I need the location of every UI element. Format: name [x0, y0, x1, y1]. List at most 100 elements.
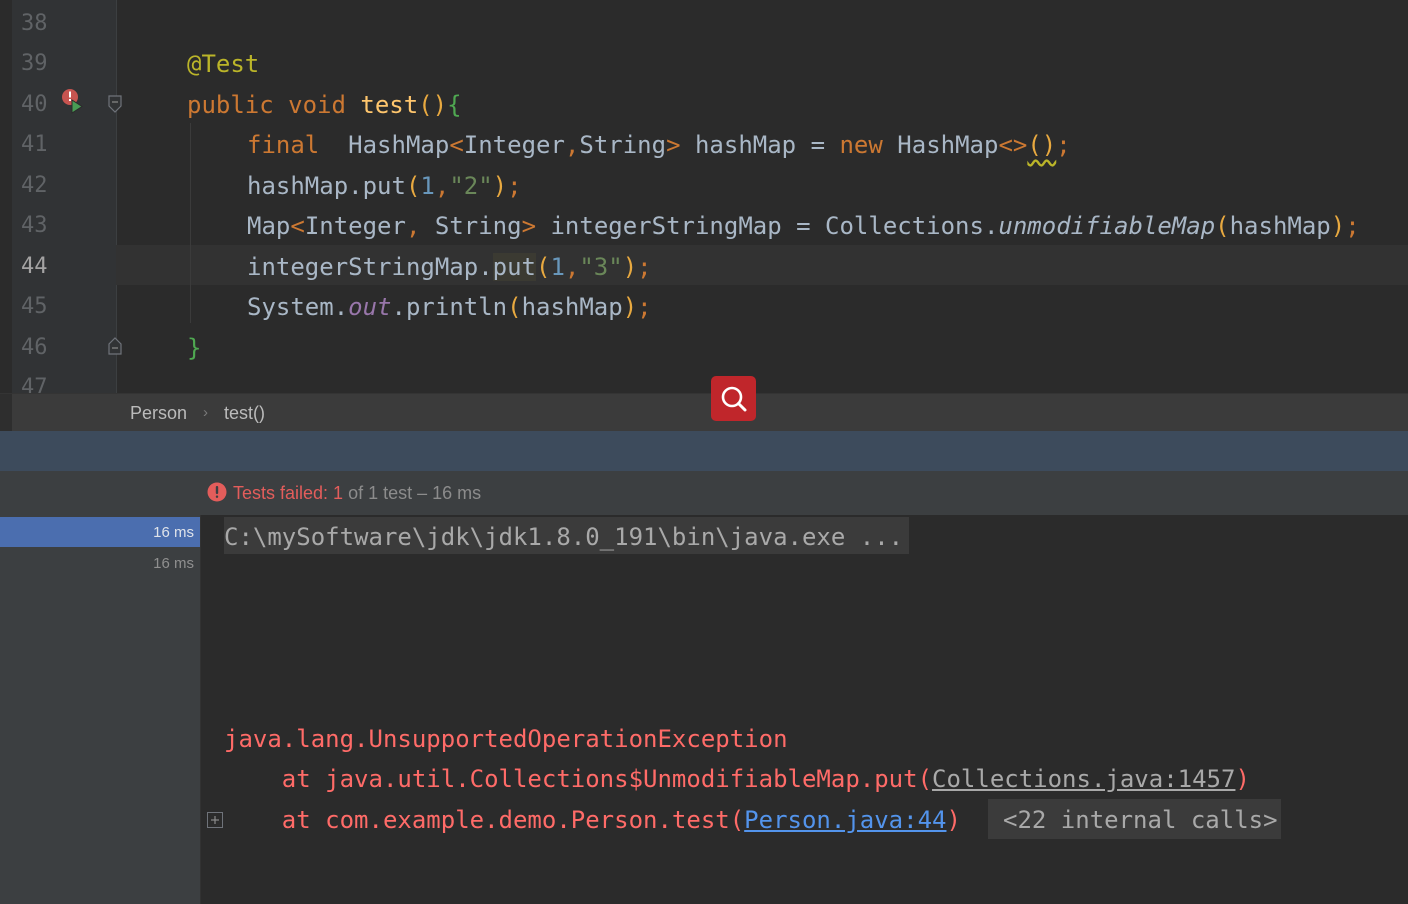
stack-frame-link[interactable]: Collections.java:1457 [932, 765, 1235, 793]
indent-guide [190, 123, 191, 323]
exception-name: java.lang.UnsupportedOperationException [224, 725, 788, 753]
paren: ( [405, 172, 421, 200]
paren: ) [622, 293, 638, 321]
fold-icon[interactable] [108, 337, 122, 355]
diamond: <> [998, 131, 1028, 159]
expand-icon[interactable] [207, 812, 223, 828]
test-tree-row[interactable]: 16 ms [0, 548, 200, 578]
constructor: HashMap [882, 131, 999, 159]
line-number: 44 [21, 254, 48, 279]
highlighted-method[interactable]: put [492, 253, 536, 281]
semicolon: ; [507, 172, 522, 200]
method-parens: () [418, 91, 448, 119]
line-number: 45 [21, 294, 48, 319]
command-line[interactable]: C:\mySoftware\jdk\jdk1.8.0_191\bin\java.… [224, 517, 910, 554]
stack-frame-link[interactable]: Person.java:44 [744, 806, 946, 834]
code-line-44[interactable]: 44 integerStringMap.put(1,"3"); [12, 245, 1408, 285]
comma: , [564, 131, 580, 159]
semicolon: ; [637, 253, 652, 281]
code-line-41[interactable]: 41 final HashMap<Integer,String> hashMap… [12, 123, 1408, 163]
code-text: integerStringMap.put(1,"3"); [247, 245, 652, 285]
search-icon [721, 386, 746, 411]
open-brace: { [447, 91, 462, 119]
type-arg: Integer [304, 212, 406, 240]
code-text: final HashMap<Integer,String> hashMap = … [247, 123, 1071, 163]
test-tree-row[interactable]: 16 ms [0, 517, 200, 547]
paren: ( [536, 253, 551, 281]
type-arg: String [434, 212, 522, 240]
code-editor[interactable]: 38 39 @Test 40 public void test(){ 41 fi… [0, 0, 1408, 393]
editor-left-strip [0, 0, 12, 393]
test-results-tree[interactable]: 16 ms 16 ms [0, 515, 201, 904]
test-duration: 16 ms [153, 555, 194, 572]
method-name: test [360, 91, 419, 119]
annotation-test: @Test [187, 50, 260, 78]
argument: hashMap [521, 293, 623, 321]
keyword-void: void [288, 91, 346, 119]
semicolon: ; [637, 293, 652, 321]
code-text: hashMap.put(1,"2"); [247, 164, 522, 204]
keyword-new: new [839, 131, 883, 159]
line-number: 46 [21, 335, 48, 360]
stack-frame-text: at java.util.Collections$UnmodifiableMap… [224, 765, 933, 793]
line-number: 47 [21, 375, 48, 393]
code-line-46[interactable]: 46 } [12, 326, 1408, 366]
call-target: hashMap.put [247, 172, 406, 200]
breadcrumb-left-strip [0, 394, 12, 432]
type-name: HashMap [348, 131, 450, 159]
search-button[interactable] [711, 376, 756, 421]
code-line-47[interactable]: 47 [12, 366, 1408, 393]
static-method: unmodifiableMap [998, 212, 1216, 240]
breadcrumb-class[interactable]: Person [130, 394, 187, 432]
type-arg: Integer [463, 131, 565, 159]
code-text: Map<Integer, String> integerStringMap = … [247, 204, 1360, 244]
number-literal: 1 [550, 253, 565, 281]
semicolon: ; [1056, 131, 1071, 159]
console-output[interactable]: C:\mySoftware\jdk\jdk1.8.0_191\bin\java.… [201, 515, 1408, 904]
breadcrumb: Person › test() [0, 393, 1408, 432]
generic-close: > [521, 212, 537, 240]
code-line-42[interactable]: 42 hashMap.put(1,"2"); [12, 164, 1408, 204]
class-ref: System. [247, 293, 349, 321]
string-literal: "3" [579, 253, 623, 281]
code-line-40[interactable]: 40 public void test(){ [12, 83, 1408, 123]
breadcrumb-method[interactable]: test() [224, 394, 265, 432]
line-number: 38 [21, 11, 48, 36]
generic-open: < [290, 212, 305, 240]
code-line-45[interactable]: 45 System.out.println(hashMap); [12, 285, 1408, 325]
stack-frame-text: ) [1235, 765, 1250, 793]
line-number: 39 [21, 51, 48, 76]
tests-failed-label: Tests failed: 1 [233, 483, 344, 503]
paren: ) [492, 172, 508, 200]
type-arg: String [579, 131, 667, 159]
error-icon [207, 482, 227, 502]
internal-calls-fold[interactable]: <22 internal calls> [988, 799, 1281, 839]
breakpoint-run-icon[interactable] [61, 88, 83, 114]
assignment: integerStringMap = Collections. [536, 212, 999, 240]
type-name: Map [247, 212, 291, 240]
code-line-39[interactable]: 39 @Test [12, 42, 1408, 82]
comma: , [564, 253, 580, 281]
paren: ) [622, 253, 638, 281]
code-line-43[interactable]: 43 Map<Integer, String> integerStringMap… [12, 204, 1408, 244]
call-target: integerStringMap. [247, 253, 493, 281]
line-number: 43 [21, 213, 48, 238]
code-line-38[interactable]: 38 [12, 2, 1408, 42]
tests-summary: of 1 test – 16 ms [343, 483, 482, 503]
breadcrumb-separator: › [203, 404, 208, 421]
line-number: 41 [21, 132, 48, 157]
keyword-final: final [247, 131, 320, 159]
paren: ) [1330, 212, 1346, 240]
assignment: hashMap = [680, 131, 840, 159]
close-brace: } [187, 334, 202, 362]
string-literal: "2" [449, 172, 493, 200]
stack-frame: at java.util.Collections$UnmodifiableMap… [224, 759, 1250, 799]
stack-frame: at com.example.demo.Person.test(Person.j… [224, 800, 961, 840]
line-number: 42 [21, 173, 48, 198]
fold-icon[interactable] [108, 95, 122, 113]
warning-parens[interactable]: () [1027, 131, 1056, 159]
static-field: out [348, 293, 392, 321]
run-tool-window-header[interactable] [0, 431, 1408, 471]
method-signature: public void test(){ [187, 83, 462, 123]
stack-frame-text: at com.example.demo.Person.test( [224, 806, 745, 834]
